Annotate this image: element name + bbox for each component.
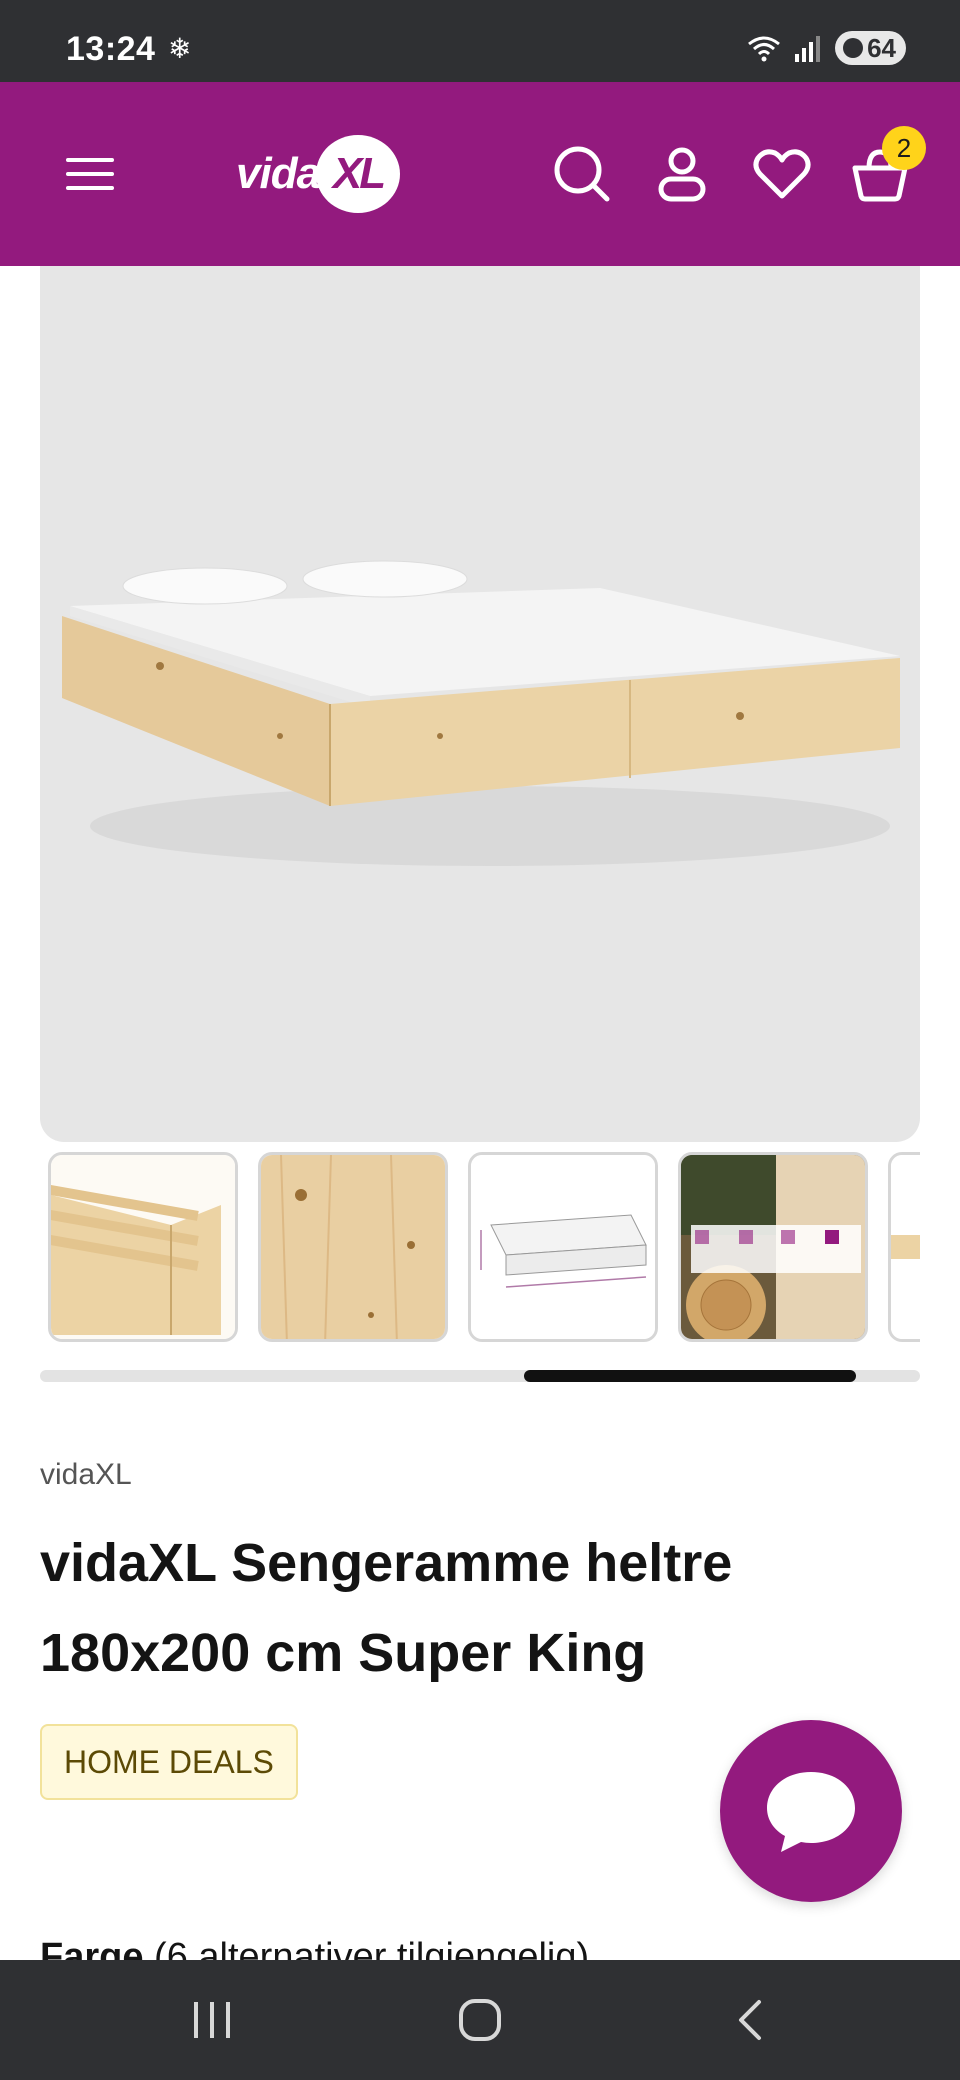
signal-icon [795, 36, 821, 62]
scrollbar-thumb[interactable] [524, 1370, 856, 1382]
home-icon [459, 1999, 501, 2041]
battery-saver-icon [843, 38, 864, 58]
menu-button[interactable] [38, 122, 142, 226]
thumbnail-partial[interactable] [888, 1152, 920, 1342]
user-icon [658, 147, 706, 202]
app-header: vida XL 2 [0, 82, 960, 266]
thumbnail-features-collage[interactable] [678, 1152, 868, 1342]
logo-text: vida [236, 149, 321, 198]
account-button[interactable] [630, 122, 734, 226]
search-icon [554, 146, 610, 202]
thumbnail-strip[interactable] [48, 1152, 920, 1342]
chat-button[interactable] [720, 1720, 902, 1902]
status-indicators: 64 [747, 30, 906, 66]
product-title: vidaXL Sengeramme heltre 180x200 cm Supe… [40, 1533, 733, 1683]
thumbnail-scrollbar[interactable] [40, 1370, 920, 1382]
back-icon [739, 2000, 761, 2040]
cart-button[interactable]: 2 [828, 122, 932, 226]
snowflake-icon: ❄ [168, 33, 192, 64]
product-main-image[interactable] [40, 266, 920, 1142]
thumbnail-corner-detail[interactable] [48, 1152, 238, 1342]
wifi-icon [748, 36, 781, 62]
battery-level: 64 [867, 32, 896, 63]
logo-badge: XL [316, 135, 401, 213]
menu-icon [66, 158, 114, 190]
thumbnail-dimension-drawing[interactable] [468, 1152, 658, 1342]
status-time: 13:24 [66, 30, 156, 68]
back-button[interactable] [690, 1980, 810, 2060]
cart-count-badge: 2 [882, 126, 926, 170]
recent-apps-button[interactable] [152, 1980, 272, 2060]
bed-frame-image [62, 560, 900, 866]
vidaxl-logo[interactable]: vida XL [236, 130, 401, 218]
product-brand[interactable]: vidaXL [40, 1458, 132, 1492]
home-deals-tag[interactable]: HOME DEALS [40, 1724, 298, 1800]
recent-apps-icon [194, 2002, 230, 2038]
system-nav-bar [0, 1960, 960, 2080]
home-button[interactable] [420, 1980, 540, 2060]
wishlist-button[interactable] [730, 122, 834, 226]
search-button[interactable] [530, 122, 634, 226]
thumbnail-wood-grain[interactable] [258, 1152, 448, 1342]
chat-icon [767, 1772, 855, 1852]
status-bar: 13:24 ❄ 64 [0, 0, 960, 82]
heart-icon [753, 149, 811, 199]
battery-indicator: 64 [835, 31, 906, 65]
